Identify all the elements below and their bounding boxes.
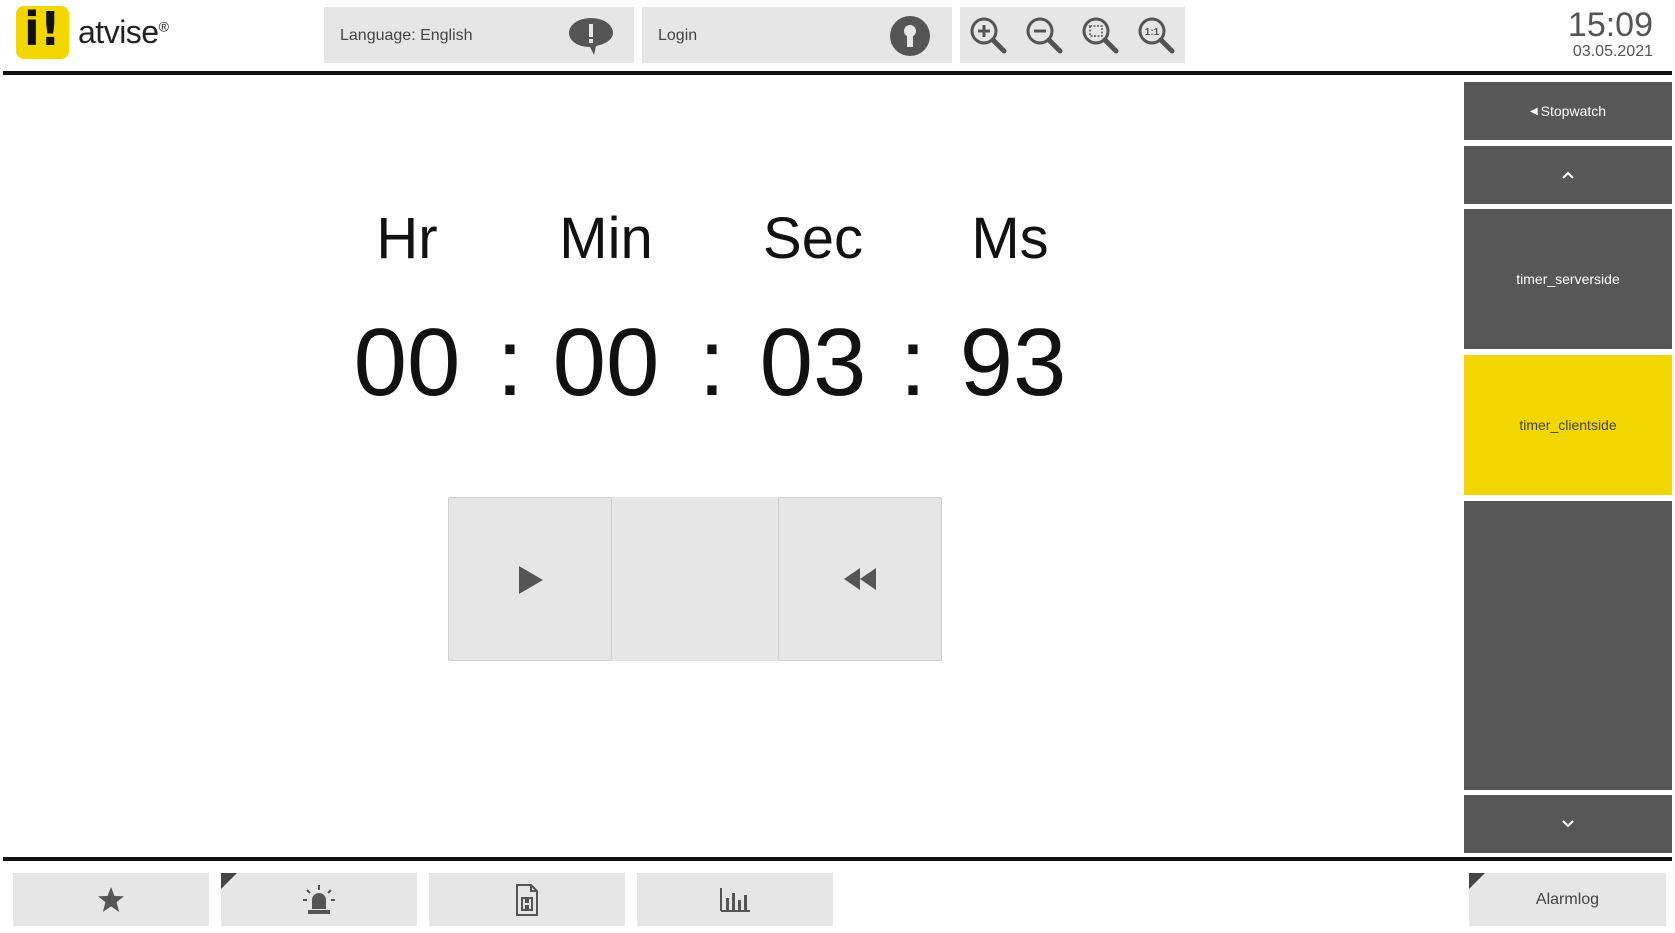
alarm-button[interactable] <box>221 873 417 926</box>
unit-minutes: Min <box>559 206 653 271</box>
corner-indicator <box>1469 873 1485 889</box>
zoom-reset-text: 1:1 <box>1145 27 1160 38</box>
play-button[interactable] <box>448 497 612 661</box>
nav-item-timer-serverside[interactable]: timer_serverside <box>1464 209 1672 349</box>
unit-milliseconds: Ms <box>971 206 1049 271</box>
history-document-icon <box>516 883 538 916</box>
speech-bubble-icon <box>569 18 613 55</box>
chevron-up-icon <box>1562 171 1574 179</box>
chevron-down-icon <box>1562 820 1574 828</box>
registered-mark: ® <box>158 18 169 35</box>
caret-left-icon: ◀ <box>1529 105 1538 117</box>
footer-divider <box>3 857 1672 861</box>
alarmlog-label: Alarmlog <box>1535 890 1600 908</box>
value-seconds: 03 <box>759 309 867 416</box>
reset-button[interactable] <box>778 497 942 661</box>
zoom-out-icon[interactable] <box>1024 15 1064 55</box>
value-minutes: 00 <box>552 309 660 416</box>
stopwatch-back-button[interactable]: ◀ Stopwatch <box>1464 82 1672 140</box>
favorites-button[interactable] <box>13 873 209 926</box>
language-selector[interactable]: Language: English <box>324 7 634 63</box>
language-label: Language: English <box>340 27 473 44</box>
stopwatch-label: Stopwatch <box>1540 103 1607 119</box>
header-divider <box>3 71 1672 75</box>
brand-name: atvise® <box>78 14 169 50</box>
nav-item-label: timer_clientside <box>1519 417 1617 433</box>
zoom-reset-icon[interactable]: 1:1 <box>1136 15 1176 55</box>
alarmlog-button[interactable]: Alarmlog <box>1469 873 1666 926</box>
zoom-toolbar: 1:1 <box>960 7 1185 63</box>
zoom-fit-icon[interactable] <box>1080 15 1120 55</box>
value-milliseconds: 93 <box>959 309 1067 416</box>
trend-chart-icon <box>720 887 750 912</box>
keyhole-icon <box>890 16 930 56</box>
nav-item-label: timer_serverside <box>1516 271 1620 287</box>
timer-controls <box>448 497 942 661</box>
clock-time: 15:09 <box>1567 6 1653 44</box>
logo-glyph: i! <box>24 2 61 56</box>
trend-button[interactable] <box>637 873 833 926</box>
scroll-up-button[interactable] <box>1464 146 1672 204</box>
rewind-icon <box>844 568 876 590</box>
corner-indicator <box>221 873 237 889</box>
atvise-logo: i! <box>16 2 69 59</box>
zoom-in-icon[interactable] <box>968 15 1008 55</box>
clock-date: 03.05.2021 <box>1572 43 1653 60</box>
nav-empty-area <box>1464 501 1672 790</box>
history-button[interactable] <box>429 873 625 926</box>
play-icon <box>519 566 543 594</box>
unit-seconds: Sec <box>763 206 863 271</box>
unit-hours: Hr <box>376 206 438 271</box>
value-hours: 00 <box>353 309 461 416</box>
login-button[interactable]: Login <box>642 7 952 63</box>
alarm-siren-icon <box>303 884 335 914</box>
scroll-down-button[interactable] <box>1464 795 1672 853</box>
star-icon <box>98 886 124 912</box>
login-label: Login <box>658 27 698 44</box>
nav-item-timer-clientside[interactable]: timer_clientside <box>1464 355 1672 495</box>
